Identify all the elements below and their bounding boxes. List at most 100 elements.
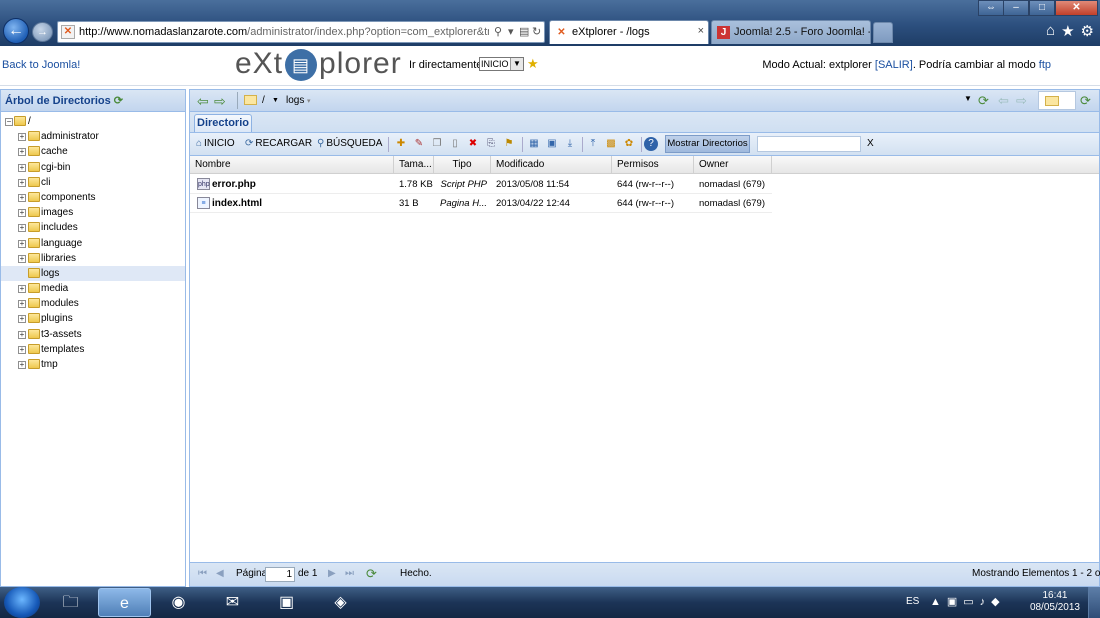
minimize-icon[interactable]: –	[1003, 0, 1029, 16]
show-desktop-button[interactable]	[1088, 587, 1100, 618]
page-number-input[interactable]: 1	[265, 567, 295, 582]
expand-icon[interactable]: +	[18, 193, 26, 202]
history-back-icon[interactable]: ⇦	[998, 93, 1009, 109]
path-forward-icon[interactable]: ⇨	[214, 93, 226, 110]
tree-item-logs[interactable]: logs	[1, 265, 185, 282]
tree-item-libraries[interactable]: + libraries	[1, 251, 185, 266]
expand-icon[interactable]: +	[18, 254, 26, 263]
clock[interactable]: 16:41 08/05/2013	[1030, 590, 1080, 614]
outlook-task-icon[interactable]: ✉	[206, 588, 259, 617]
maximize-icon[interactable]: □	[1029, 0, 1055, 16]
ie-task-icon[interactable]: e	[98, 588, 151, 617]
expand-icon[interactable]: +	[18, 133, 26, 142]
expand-icon[interactable]: +	[18, 345, 26, 354]
show-directories-button[interactable]: Mostrar Directorios	[665, 135, 750, 153]
filter-clear-button[interactable]: X	[867, 138, 874, 149]
refresh-icon[interactable]: ↻	[532, 25, 541, 38]
column-owner[interactable]: Owner	[694, 156, 772, 174]
upload-icon[interactable]: ⤒	[586, 137, 600, 151]
tab-directorio[interactable]: Directorio	[194, 114, 252, 132]
rename-icon[interactable]: ⎘	[484, 137, 498, 151]
expand-icon[interactable]: +	[18, 361, 26, 369]
forward-arrow-icon[interactable]: →	[32, 22, 53, 42]
tree-item-cli[interactable]: + cli	[1, 175, 185, 190]
expand-icon[interactable]: +	[18, 148, 26, 157]
edit-icon[interactable]: ✎	[412, 137, 426, 151]
table-row[interactable]: ≡ index.html 31 B Pagina H... 2013/04/22…	[190, 194, 772, 213]
copy-icon[interactable]: ❐	[430, 137, 444, 151]
download-icon[interactable]: ⤓	[563, 137, 577, 151]
explorer-task-icon[interactable]: 🗀	[44, 588, 97, 617]
chevron-down-icon[interactable]: ▾	[307, 97, 311, 105]
table-row[interactable]: php error.php 1.78 KB Script PHP 2013/05…	[190, 175, 772, 194]
extract-icon[interactable]: ✿	[622, 137, 636, 151]
file-name[interactable]: index.html	[190, 194, 394, 213]
delete-icon[interactable]: ✖	[466, 137, 480, 151]
sync-icon[interactable]: ⟳	[1080, 93, 1091, 109]
dropdown-arrow-icon[interactable]: ▾	[508, 25, 514, 38]
home-icon[interactable]: ⌂	[1046, 22, 1055, 40]
tree-item-tmp[interactable]: + tmp	[1, 357, 185, 372]
language-indicator[interactable]: ES	[906, 596, 919, 607]
breadcrumb-root[interactable]: /	[262, 95, 265, 106]
tree-refresh-icon[interactable]: ⟳	[114, 95, 123, 107]
tree-item-templates[interactable]: + templates	[1, 342, 185, 357]
expand-icon[interactable]: +	[18, 178, 26, 187]
tree-item-images[interactable]: + images	[1, 205, 185, 220]
history-forward-icon[interactable]: ⇨	[1016, 93, 1027, 109]
home-button[interactable]: ⌂ INICIO	[196, 138, 235, 149]
tree-item-t3-assets[interactable]: + t3-assets	[1, 327, 185, 342]
search-icon[interactable]: ⚲	[494, 25, 502, 38]
expand-icon[interactable]: +	[18, 285, 26, 294]
expand-icon[interactable]: +	[18, 239, 26, 248]
ftp-mode-link[interactable]: ftp	[1039, 59, 1051, 71]
view-icon[interactable]: ▦	[527, 137, 541, 151]
close-icon[interactable]: ✕	[1055, 0, 1098, 16]
tree-item-language[interactable]: + language	[1, 236, 185, 251]
tree-item-plugins[interactable]: + plugins	[1, 311, 185, 326]
column-name[interactable]: Nombre	[190, 156, 394, 174]
folder-view-button[interactable]	[1038, 91, 1076, 110]
app-task-icon[interactable]: ◈	[314, 588, 367, 617]
tree-item-root[interactable]: − /	[1, 114, 185, 129]
last-page-icon[interactable]: ⏭	[345, 568, 354, 579]
new-tab-button[interactable]	[873, 22, 893, 43]
column-modified[interactable]: Modificado	[491, 156, 612, 174]
new-file-icon[interactable]: ✚	[394, 137, 408, 151]
start-button[interactable]	[4, 587, 40, 618]
tab-close-icon[interactable]: ×	[698, 25, 704, 37]
compat-view-icon[interactable]: ▤	[519, 25, 529, 38]
help-icon[interactable]: ?	[644, 137, 658, 151]
expand-icon[interactable]: +	[18, 330, 26, 339]
back-arrow-icon[interactable]: ←	[3, 18, 29, 44]
column-type[interactable]: Tipo	[434, 156, 491, 174]
expand-icon[interactable]: +	[18, 163, 26, 172]
expand-icon[interactable]: +	[18, 315, 26, 324]
breadcrumb-logs[interactable]: logs	[286, 95, 304, 106]
reload-button[interactable]: ⟳ RECARGAR	[245, 138, 312, 149]
tab-joomla-forum[interactable]: J Joomla! 2.5 - Foro Joomla! - Se...	[711, 20, 871, 44]
network-task-icon[interactable]: ▣	[260, 588, 313, 617]
column-size[interactable]: Tama...	[394, 156, 434, 174]
filter-input[interactable]	[757, 136, 861, 152]
chmod-icon[interactable]: ⚑	[502, 137, 516, 151]
prev-page-icon[interactable]: ◀	[216, 568, 224, 579]
settings-gear-icon[interactable]: ⚙	[1081, 22, 1094, 40]
tree-item-modules[interactable]: + modules	[1, 296, 185, 311]
tree-item-administrator[interactable]: + administrator	[1, 129, 185, 144]
pager-refresh-icon[interactable]: ⟳	[366, 566, 377, 582]
search-button[interactable]: ⚲ BÚSQUEDA	[317, 138, 382, 149]
goto-select[interactable]: INICIO ▼	[479, 57, 524, 71]
first-page-icon[interactable]: ⏮	[198, 568, 207, 579]
bookmark-star-icon[interactable]: ★	[527, 56, 539, 72]
tree-item-media[interactable]: + media	[1, 281, 185, 296]
firefox-task-icon[interactable]: ◉	[152, 588, 205, 617]
expand-icon[interactable]: +	[18, 224, 26, 233]
collapse-icon[interactable]: −	[5, 118, 13, 126]
tab-extplorer[interactable]: ✕ eXtplorer - /logs ×	[549, 20, 709, 44]
archive-icon[interactable]: ▩	[604, 137, 618, 151]
restore-layout-icon[interactable]: ⇔	[978, 0, 1004, 16]
column-permissions[interactable]: Permisos	[612, 156, 694, 174]
address-bar[interactable]: ✕ http://www.nomadaslanzarote.com/admini…	[57, 21, 545, 43]
url-text[interactable]: http://www.nomadaslanzarote.com/administ…	[79, 26, 489, 38]
